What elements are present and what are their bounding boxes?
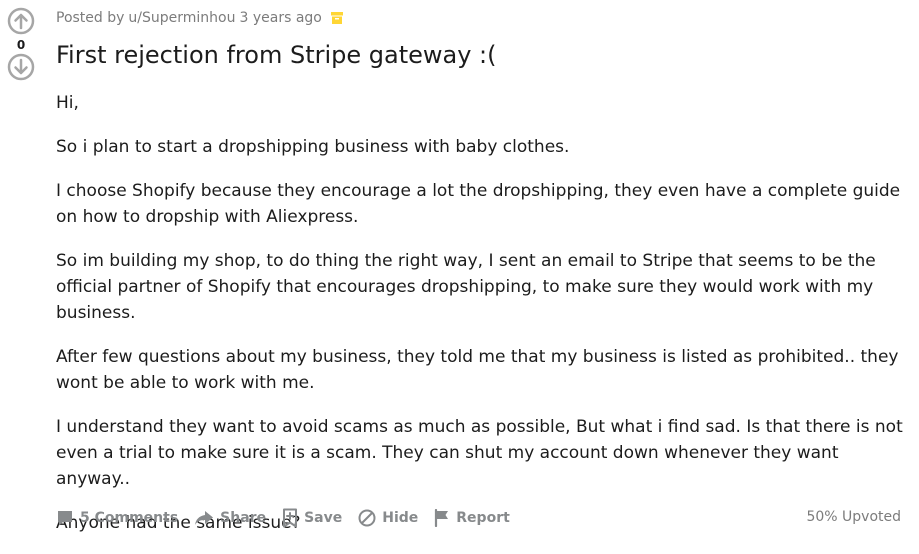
save-label: Save [304, 510, 343, 526]
post-body: Hi, So i plan to start a dropshipping bu… [56, 90, 906, 554]
vote-column: 0 [6, 6, 36, 82]
save-button[interactable]: Save [282, 508, 342, 528]
posted-by-label: Posted by [56, 10, 125, 26]
report-label: Report [456, 510, 510, 526]
share-button[interactable]: Share [194, 509, 266, 527]
body-paragraph: I choose Shopify because they encourage … [56, 181, 901, 227]
body-paragraph: Hi, [56, 93, 79, 113]
comment-bubble-icon [58, 511, 72, 526]
upvote-button[interactable] [6, 6, 36, 36]
post-timestamp[interactable]: 3 years ago [240, 10, 322, 26]
author-link[interactable]: u/Superminhou [128, 10, 235, 26]
share-arrow-icon [195, 511, 214, 525]
upvote-ratio: 50% Upvoted [806, 509, 901, 525]
body-paragraph: So im building my shop, to do thing the … [56, 251, 876, 323]
body-paragraph: After few questions about my business, t… [56, 347, 899, 393]
bookmark-plus-icon [283, 508, 298, 528]
arrow-up-circle-icon [7, 7, 35, 35]
comments-label: 5 Comments [80, 510, 179, 526]
post-action-bar: 5 Comments Share Save Hide Report [56, 506, 526, 530]
hide-circle-icon [358, 509, 376, 527]
post-title[interactable]: First rejection from Stripe gateway :( [56, 40, 497, 70]
vote-score: 0 [16, 38, 26, 52]
comments-button[interactable]: 5 Comments [56, 509, 178, 527]
hide-label: Hide [382, 510, 419, 526]
arrow-down-circle-icon [7, 53, 35, 81]
share-label: Share [220, 510, 267, 526]
report-button[interactable]: Report [434, 509, 510, 527]
archive-box-icon [330, 12, 343, 24]
hide-button[interactable]: Hide [358, 509, 418, 527]
post-meta: Posted by u/Superminhou 3 years ago [56, 10, 344, 26]
body-paragraph: I understand they want to avoid scams as… [56, 417, 903, 489]
body-paragraph: So i plan to start a dropshipping busine… [56, 137, 570, 157]
flag-icon [435, 509, 449, 527]
downvote-button[interactable] [6, 52, 36, 82]
